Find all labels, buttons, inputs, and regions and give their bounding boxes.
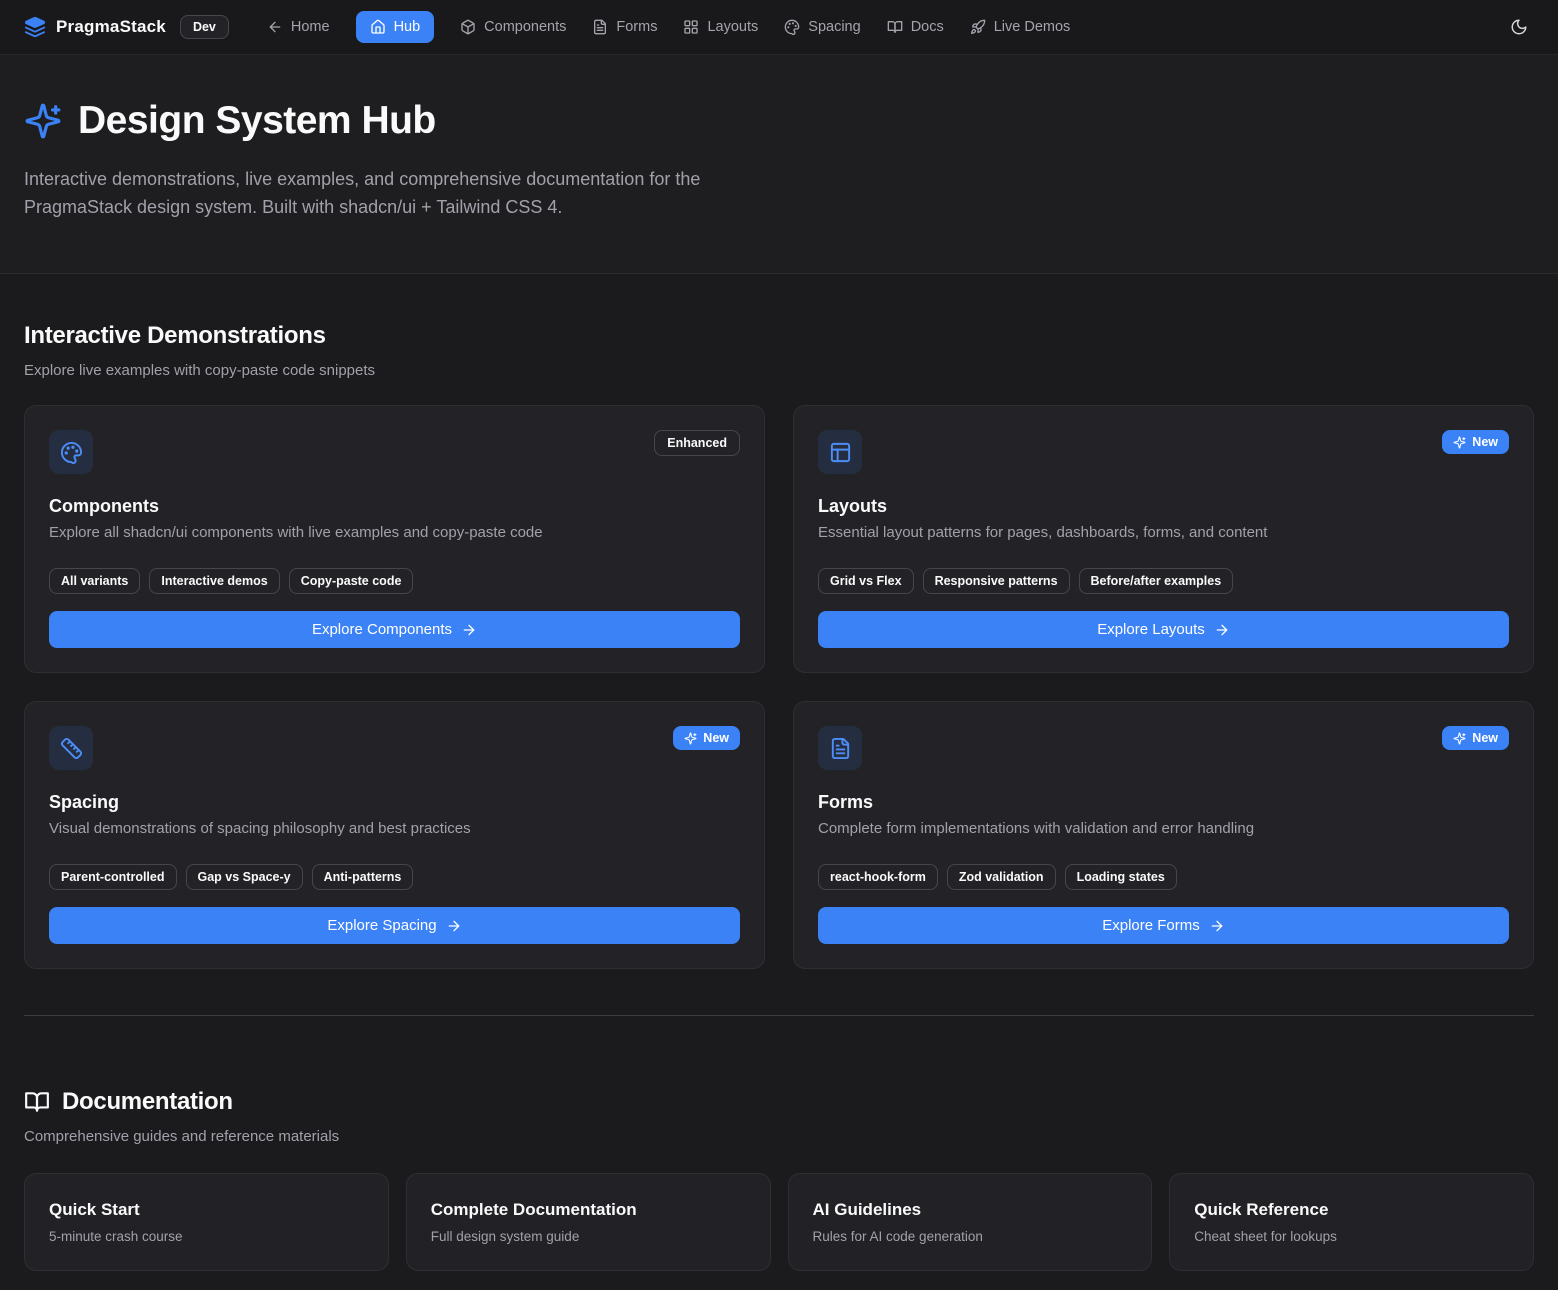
book-open-icon	[24, 1089, 50, 1115]
arrow-right-icon	[1209, 918, 1225, 934]
new-badge: New	[1442, 726, 1509, 750]
arrow-right-icon	[461, 622, 477, 638]
tag-list: Grid vs Flex Responsive patterns Before/…	[818, 568, 1509, 594]
enhanced-badge: Enhanced	[654, 430, 740, 456]
documentation-section: Documentation Comprehensive guides and r…	[0, 1036, 1558, 1290]
tag: Gap vs Space-y	[186, 864, 303, 890]
file-text-icon	[818, 726, 862, 770]
tag: Interactive demos	[149, 568, 279, 594]
doc-card-description: Rules for AI code generation	[813, 1229, 1128, 1244]
moon-icon	[1510, 18, 1528, 36]
doc-card-quick-start[interactable]: Quick Start 5-minute crash course	[24, 1173, 389, 1271]
explore-components-button[interactable]: Explore Components	[49, 611, 740, 648]
card-description: Visual demonstrations of spacing philoso…	[49, 820, 740, 837]
demo-card-spacing: New Spacing Visual demonstrations of spa…	[24, 701, 765, 969]
doc-card-description: 5-minute crash course	[49, 1229, 364, 1244]
main-content: Interactive Demonstrations Explore live …	[0, 274, 1558, 1036]
explore-forms-button[interactable]: Explore Forms	[818, 907, 1509, 944]
nav-item-components[interactable]: Components	[460, 19, 566, 35]
card-title: Spacing	[49, 792, 740, 813]
demo-card-components: Enhanced Components Explore all shadcn/u…	[24, 405, 765, 673]
nav-item-home[interactable]: Home	[267, 19, 330, 35]
explore-layouts-button[interactable]: Explore Layouts	[818, 611, 1509, 648]
arrow-right-icon	[446, 918, 462, 934]
sparkles-icon	[1453, 436, 1466, 449]
new-badge: New	[1442, 430, 1509, 454]
hero-section: Design System Hub Interactive demonstrat…	[0, 55, 1558, 274]
palette-icon	[784, 19, 800, 35]
brand-name: PragmaStack	[56, 17, 166, 37]
tag: Zod validation	[947, 864, 1056, 890]
sparkles-icon	[1453, 732, 1466, 745]
tag-list: react-hook-form Zod validation Loading s…	[818, 864, 1509, 890]
doc-card-title: Quick Start	[49, 1200, 364, 1220]
layout-grid-icon	[683, 19, 699, 35]
tag: Before/after examples	[1079, 568, 1234, 594]
card-title: Components	[49, 496, 740, 517]
tag: All variants	[49, 568, 140, 594]
doc-card-grid: Quick Start 5-minute crash course Comple…	[24, 1173, 1534, 1271]
card-title: Layouts	[818, 496, 1509, 517]
nav-item-hub[interactable]: Hub	[356, 11, 435, 43]
card-description: Explore all shadcn/ui components with li…	[49, 524, 740, 541]
docs-section-subtitle: Comprehensive guides and reference mater…	[24, 1128, 1534, 1145]
book-open-icon	[887, 19, 903, 35]
demo-card-forms: New Forms Complete form implementations …	[793, 701, 1534, 969]
tag-list: All variants Interactive demos Copy-past…	[49, 568, 740, 594]
panels-top-left-icon	[818, 430, 862, 474]
demo-card-layouts: New Layouts Essential layout patterns fo…	[793, 405, 1534, 673]
rocket-icon	[970, 19, 986, 35]
nav-item-forms[interactable]: Forms	[592, 19, 657, 35]
explore-spacing-button[interactable]: Explore Spacing	[49, 907, 740, 944]
page-title: Design System Hub	[78, 99, 436, 143]
doc-card-quick-reference[interactable]: Quick Reference Cheat sheet for lookups	[1169, 1173, 1534, 1271]
page-title-row: Design System Hub	[24, 99, 1534, 143]
nav-links: Home Hub Components Forms	[267, 11, 1070, 43]
card-description: Complete form implementations with valid…	[818, 820, 1509, 837]
tag: Loading states	[1065, 864, 1177, 890]
top-nav: PragmaStack Dev Home Hub Components	[0, 0, 1558, 55]
ruler-icon	[49, 726, 93, 770]
tag: Anti-patterns	[312, 864, 414, 890]
sparkles-icon	[24, 102, 62, 140]
house-icon	[370, 19, 386, 35]
tag: Responsive patterns	[923, 568, 1070, 594]
box-icon	[460, 19, 476, 35]
demo-card-grid: Enhanced Components Explore all shadcn/u…	[24, 405, 1534, 969]
tag: Grid vs Flex	[818, 568, 914, 594]
section-divider	[24, 1015, 1534, 1016]
doc-card-description: Cheat sheet for lookups	[1194, 1229, 1509, 1244]
sparkles-icon	[684, 732, 697, 745]
arrow-left-icon	[267, 19, 283, 35]
tag: Copy-paste code	[289, 568, 414, 594]
tag: Parent-controlled	[49, 864, 177, 890]
demos-section-title: Interactive Demonstrations	[24, 322, 1534, 350]
nav-item-spacing[interactable]: Spacing	[784, 19, 860, 35]
card-title: Forms	[818, 792, 1509, 813]
tag: react-hook-form	[818, 864, 938, 890]
demos-section-subtitle: Explore live examples with copy-paste co…	[24, 362, 1534, 379]
doc-card-title: AI Guidelines	[813, 1200, 1128, 1220]
doc-card-description: Full design system guide	[431, 1229, 746, 1244]
doc-card-complete-documentation[interactable]: Complete Documentation Full design syste…	[406, 1173, 771, 1271]
nav-item-layouts[interactable]: Layouts	[683, 19, 758, 35]
docs-section-title: Documentation	[62, 1088, 233, 1116]
nav-item-docs[interactable]: Docs	[887, 19, 944, 35]
doc-card-title: Quick Reference	[1194, 1200, 1509, 1220]
theme-toggle-button[interactable]	[1504, 12, 1534, 42]
env-badge: Dev	[180, 15, 229, 39]
doc-card-title: Complete Documentation	[431, 1200, 746, 1220]
doc-card-ai-guidelines[interactable]: AI Guidelines Rules for AI code generati…	[788, 1173, 1153, 1271]
layers-logo-icon	[24, 16, 46, 38]
card-description: Essential layout patterns for pages, das…	[818, 524, 1509, 541]
page-subtitle: Interactive demonstrations, live example…	[24, 165, 769, 221]
tag-list: Parent-controlled Gap vs Space-y Anti-pa…	[49, 864, 740, 890]
palette-icon	[49, 430, 93, 474]
arrow-right-icon	[1214, 622, 1230, 638]
new-badge: New	[673, 726, 740, 750]
nav-item-live-demos[interactable]: Live Demos	[970, 19, 1071, 35]
file-text-icon	[592, 19, 608, 35]
